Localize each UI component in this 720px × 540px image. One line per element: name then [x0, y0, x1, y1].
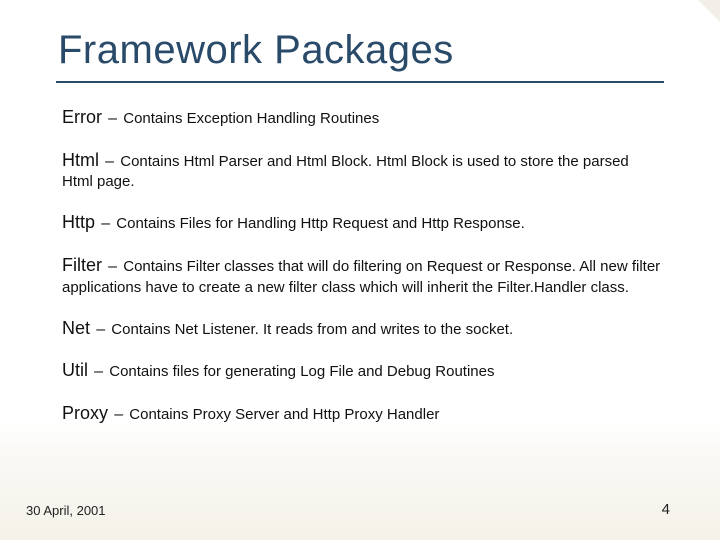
package-entry: Error – Contains Exception Handling Rout… [62, 105, 662, 130]
package-entry: Util – Contains files for generating Log… [62, 358, 662, 383]
package-name: Proxy [62, 403, 108, 423]
slide-title: Framework Packages [58, 28, 664, 73]
package-name: Net [62, 318, 90, 338]
package-name: Util [62, 360, 88, 380]
corner-notch [698, 0, 720, 22]
package-desc: Contains Files for Handling Http Request… [116, 215, 525, 232]
separator: – [105, 153, 114, 170]
package-entry: Proxy – Contains Proxy Server and Http P… [62, 401, 662, 426]
package-desc: Contains files for generating Log File a… [109, 363, 494, 380]
separator: – [108, 258, 117, 275]
package-entry: Http – Contains Files for Handling Http … [62, 210, 662, 235]
package-desc: Contains Net Listener. It reads from and… [111, 321, 513, 338]
title-underline [56, 81, 664, 83]
slide-body: Error – Contains Exception Handling Rout… [56, 105, 664, 426]
package-desc: Contains Exception Handling Routines [123, 110, 379, 127]
separator: – [108, 110, 117, 127]
package-desc: Contains Filter classes that will do fil… [62, 258, 660, 296]
separator: – [94, 363, 103, 380]
footer-page-number: 4 [662, 501, 670, 518]
separator: – [101, 215, 110, 232]
package-entry: Net – Contains Net Listener. It reads fr… [62, 316, 662, 341]
package-entry: Filter – Contains Filter classes that wi… [62, 253, 662, 298]
package-name: Error [62, 107, 102, 127]
package-name: Filter [62, 255, 102, 275]
package-name: Html [62, 150, 99, 170]
separator: – [96, 321, 105, 338]
slide: Framework Packages Error – Contains Exce… [0, 0, 720, 540]
package-desc: Contains Html Parser and Html Block. Htm… [62, 153, 629, 191]
package-name: Http [62, 212, 95, 232]
separator: – [114, 406, 123, 423]
footer-date: 30 April, 2001 [26, 503, 106, 518]
package-entry: Html – Contains Html Parser and Html Blo… [62, 148, 662, 193]
package-desc: Contains Proxy Server and Http Proxy Han… [129, 406, 439, 423]
